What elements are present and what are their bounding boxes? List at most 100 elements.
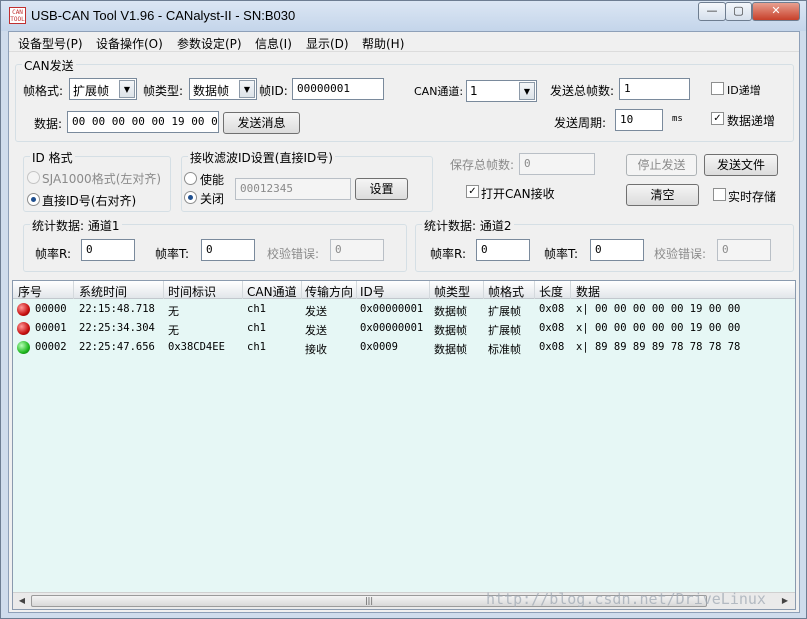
open-receive-label: 打开CAN接收 xyxy=(481,187,555,201)
ch2-tx-rate-value: 0 xyxy=(590,239,644,261)
total-frames-label: 发送总帧数: xyxy=(550,84,615,98)
column-timestamp[interactable]: 时间标识 xyxy=(168,283,216,300)
cell-seq: 00000 xyxy=(35,303,67,315)
column-seq[interactable]: 序号 xyxy=(18,283,42,300)
cell-channel: ch1 xyxy=(247,303,266,315)
cell-frame-format: 标准帧 xyxy=(488,343,521,356)
table-row[interactable]: 00000 22:15:48.718 无 ch1 发送 0x00000001 数… xyxy=(13,300,795,319)
menu-help[interactable]: 帮助(H) xyxy=(362,35,404,52)
frame-format-value: 扩展帧 xyxy=(73,84,110,98)
frame-id-label: 帧ID: xyxy=(259,84,288,98)
menu-display[interactable]: 显示(D) xyxy=(306,35,349,52)
send-period-input[interactable]: 10 xyxy=(615,109,663,131)
column-id[interactable]: ID号 xyxy=(360,283,385,300)
filter-title: 接收滤波ID设置(直接ID号) xyxy=(188,149,335,166)
maximize-button[interactable]: ▢ xyxy=(725,2,752,21)
chevron-down-icon: ▼ xyxy=(119,80,135,98)
ch2-errors-label: 校验错误: xyxy=(654,247,707,261)
column-direction[interactable]: 传输方向 xyxy=(305,283,353,300)
ch2-errors-value: 0 xyxy=(717,239,771,261)
column-length[interactable]: 长度 xyxy=(539,283,563,300)
table-row[interactable]: 00001 22:25:34.304 无 ch1 发送 0x00000001 数… xyxy=(13,319,795,338)
cell-channel: ch1 xyxy=(247,322,266,334)
saved-total-label: 保存总帧数: xyxy=(450,158,515,172)
realtime-save-label: 实时存储 xyxy=(728,190,777,204)
saved-total-input[interactable]: 0 xyxy=(519,153,595,175)
message-list-header: 序号 系统时间 时间标识 CAN通道 传输方向 ID号 帧类型 帧格式 长度 数… xyxy=(13,281,795,299)
data-input[interactable]: 00 00 00 00 00 19 00 00 xyxy=(67,111,219,133)
cell-frame-type: 数据帧 xyxy=(434,324,467,337)
frame-type-select[interactable]: 数据帧 ▼ xyxy=(189,78,257,100)
cell-frame-format: 扩展帧 xyxy=(488,324,521,337)
stats-ch1-title: 统计数据: 通道1 xyxy=(30,217,122,234)
column-system-time[interactable]: 系统时间 xyxy=(79,283,127,300)
cell-timestamp: 无 xyxy=(168,324,179,337)
cell-direction: 接收 xyxy=(305,343,327,356)
ch2-tx-rate-label: 帧率T: xyxy=(544,247,579,261)
cell-frame-type: 数据帧 xyxy=(434,343,467,356)
direct-id-label: 直接ID号(右对齐) xyxy=(42,194,137,208)
stats-ch2-title: 统计数据: 通道2 xyxy=(422,217,514,234)
filter-enable-radio[interactable] xyxy=(184,172,197,185)
message-list[interactable]: 序号 系统时间 时间标识 CAN通道 传输方向 ID号 帧类型 帧格式 长度 数… xyxy=(12,280,796,610)
ch1-errors-value: 0 xyxy=(330,239,384,261)
filter-disable-radio[interactable] xyxy=(184,191,197,204)
realtime-save-checkbox[interactable] xyxy=(713,188,726,201)
column-can-channel[interactable]: CAN通道 xyxy=(247,283,297,300)
scroll-right-icon[interactable]: ▶ xyxy=(777,594,793,608)
close-button[interactable]: ✕ xyxy=(752,2,800,21)
cell-seq: 00001 xyxy=(35,322,67,334)
send-message-button[interactable]: 发送消息 xyxy=(223,112,300,134)
filter-id-input[interactable]: 00012345 xyxy=(235,178,351,200)
send-file-button[interactable]: 发送文件 xyxy=(704,154,778,176)
column-data[interactable]: 数据 xyxy=(576,283,600,300)
cell-timestamp: 无 xyxy=(168,305,179,318)
ch1-rx-rate-label: 帧率R: xyxy=(35,247,72,261)
frame-type-label: 帧类型: xyxy=(143,84,184,98)
maximize-icon: ▢ xyxy=(733,4,744,17)
column-frame-format[interactable]: 帧格式 xyxy=(488,283,524,300)
scroll-left-icon[interactable]: ◀ xyxy=(14,594,30,608)
open-receive-checkbox[interactable]: ✓ xyxy=(466,185,479,198)
cell-frame-format: 扩展帧 xyxy=(488,305,521,318)
sja1000-format-radio[interactable] xyxy=(27,171,40,184)
chevron-down-icon: ▼ xyxy=(519,82,535,100)
can-channel-value: 1 xyxy=(470,84,478,98)
app-window: CAN TOOL USB-CAN Tool V1.96 - CANalyst-I… xyxy=(0,0,807,619)
table-row[interactable]: 00002 22:25:47.656 0x38CD4EE ch1 接收 0x00… xyxy=(13,338,795,357)
cell-direction: 发送 xyxy=(305,324,327,337)
window-title: USB-CAN Tool V1.96 - CANalyst-II - SN:B0… xyxy=(31,8,296,23)
ch1-errors-label: 校验错误: xyxy=(267,247,320,261)
stop-send-button[interactable]: 停止发送 xyxy=(626,154,697,176)
title-bar[interactable]: CAN TOOL USB-CAN Tool V1.96 - CANalyst-I… xyxy=(1,1,806,31)
direct-id-radio[interactable] xyxy=(27,193,40,206)
can-channel-select[interactable]: 1 ▼ xyxy=(466,80,537,102)
cell-data: x| 00 00 00 00 00 19 00 00 xyxy=(576,322,741,334)
clear-button[interactable]: 清空 xyxy=(626,184,699,206)
total-frames-input[interactable]: 1 xyxy=(619,78,690,100)
frame-id-input[interactable]: 00000001 xyxy=(292,78,384,100)
data-increment-checkbox[interactable]: ✓ xyxy=(711,112,724,125)
column-frame-type[interactable]: 帧类型 xyxy=(434,283,470,300)
minimize-button[interactable]: — xyxy=(698,2,726,21)
frame-format-select[interactable]: 扩展帧 ▼ xyxy=(69,78,137,100)
chevron-down-icon: ▼ xyxy=(239,80,255,98)
id-increment-checkbox[interactable] xyxy=(711,82,724,95)
menu-device-operation[interactable]: 设备操作(O) xyxy=(96,35,163,52)
menu-device-model[interactable]: 设备型号(P) xyxy=(18,35,83,52)
id-increment-label: ID递增 xyxy=(727,84,761,97)
sja1000-format-label: SJA1000格式(左对齐) xyxy=(42,172,162,186)
filter-enable-label: 使能 xyxy=(200,173,225,187)
menu-parameter-settings[interactable]: 参数设定(P) xyxy=(177,35,242,52)
cell-timestamp: 0x38CD4EE xyxy=(168,341,225,353)
menu-bar: 设备型号(P) 设备操作(O) 参数设定(P) 信息(I) 显示(D) 帮助(H… xyxy=(9,32,799,52)
cell-system-time: 22:25:47.656 xyxy=(79,341,155,353)
can-channel-label: CAN通道: xyxy=(414,85,464,98)
ch1-tx-rate-label: 帧率T: xyxy=(155,247,190,261)
cell-id: 0x00000001 xyxy=(360,322,424,334)
cell-length: 0x08 xyxy=(539,341,565,353)
cell-length: 0x08 xyxy=(539,322,565,334)
app-logo-icon: CAN TOOL xyxy=(9,7,26,24)
menu-info[interactable]: 信息(I) xyxy=(255,35,292,52)
filter-set-button[interactable]: 设置 xyxy=(355,178,408,200)
